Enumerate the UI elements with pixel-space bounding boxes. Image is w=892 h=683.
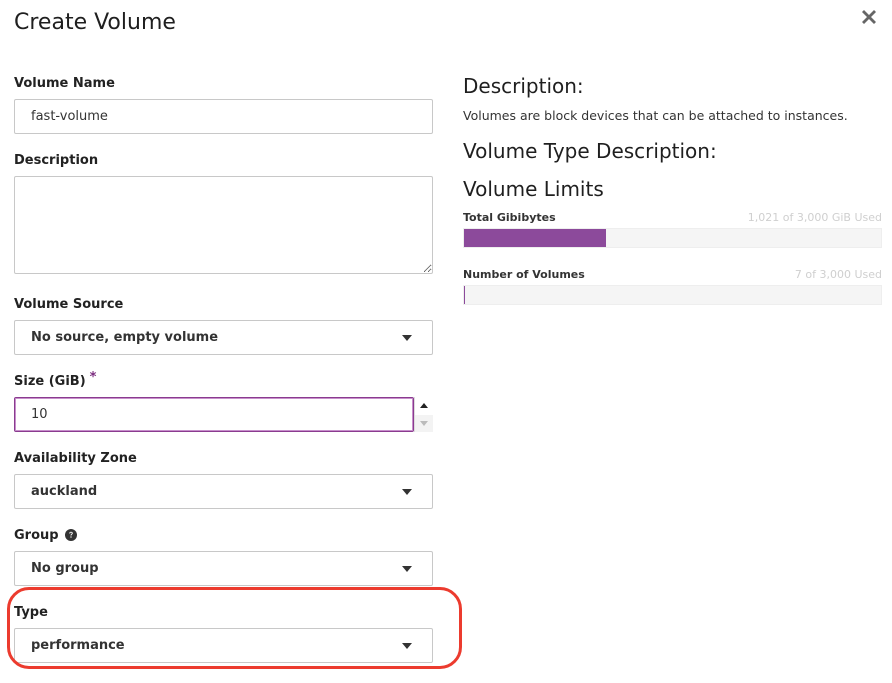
limit-value: 1,021 of 3,000 GiB Used [747, 211, 882, 224]
group-select[interactable]: No group [14, 551, 433, 586]
dialog-title: Create Volume [14, 10, 176, 35]
volume-source-value: No source, empty volume [31, 330, 219, 345]
volume-source-group: Volume Source No source, empty volume [14, 295, 433, 355]
volume-name-group: Volume Name [14, 74, 433, 134]
group-label: Group [14, 526, 433, 544]
volume-name-label: Volume Name [14, 75, 115, 91]
type-label: Type [14, 604, 48, 620]
chevron-down-icon [402, 642, 412, 649]
chevron-down-icon [402, 488, 412, 495]
description-label: Description [14, 152, 99, 168]
info-column: Description: Volumes are block devices t… [463, 74, 882, 305]
limit-value: 7 of 3,000 Used [794, 268, 882, 281]
size-input[interactable] [14, 397, 414, 432]
size-label: Size (GiB) * [14, 369, 433, 390]
size-label-text: Size (GiB) [14, 373, 86, 389]
progress-bar [463, 285, 882, 305]
description-group: Description [14, 151, 433, 278]
description-text: Volumes are block devices that can be at… [463, 108, 848, 123]
form-column: Volume Name Description Volume Source No… [14, 74, 433, 680]
size-field-wrapper [14, 390, 433, 432]
progress-bar-fill [464, 229, 606, 247]
availability-zone-select[interactable]: auckland [14, 474, 433, 509]
required-marker: * [89, 369, 97, 385]
progress-bar-fill [464, 286, 465, 304]
arrow-down-icon [420, 420, 428, 426]
availability-zone-group: Availability Zone auckland [14, 449, 433, 509]
limit-label: Total Gibibytes [463, 211, 556, 224]
close-icon[interactable] [858, 6, 880, 28]
volume-name-input[interactable] [14, 99, 433, 134]
description-textarea[interactable] [14, 176, 433, 274]
chevron-down-icon [402, 334, 412, 341]
limit-total-gibibytes: Total Gibibytes 1,021 of 3,000 GiB Used [463, 211, 882, 248]
group-group: Group No group [14, 526, 433, 586]
type-group: Type performance [14, 603, 433, 663]
decrement-button[interactable] [414, 414, 433, 432]
type-select[interactable]: performance [14, 628, 433, 663]
volume-source-label: Volume Source [14, 296, 124, 312]
increment-button[interactable] [414, 397, 433, 415]
group-label-text: Group [14, 527, 59, 543]
size-spinner [414, 397, 433, 432]
progress-bar [463, 228, 882, 248]
availability-zone-label: Availability Zone [14, 450, 137, 466]
arrow-up-icon [420, 403, 428, 409]
availability-zone-value: auckland [31, 484, 98, 499]
type-value: performance [31, 638, 125, 653]
limit-number-of-volumes: Number of Volumes 7 of 3,000 Used [463, 268, 882, 305]
group-value: No group [31, 561, 99, 576]
limit-label: Number of Volumes [463, 268, 585, 281]
description-heading: Description: [463, 74, 584, 98]
volume-source-select[interactable]: No source, empty volume [14, 320, 433, 355]
volume-type-heading: Volume Type Description: [463, 139, 717, 163]
volume-limits-heading: Volume Limits [463, 177, 604, 201]
help-icon[interactable] [64, 529, 77, 541]
chevron-down-icon [402, 565, 412, 572]
size-group: Size (GiB) * [14, 369, 433, 432]
